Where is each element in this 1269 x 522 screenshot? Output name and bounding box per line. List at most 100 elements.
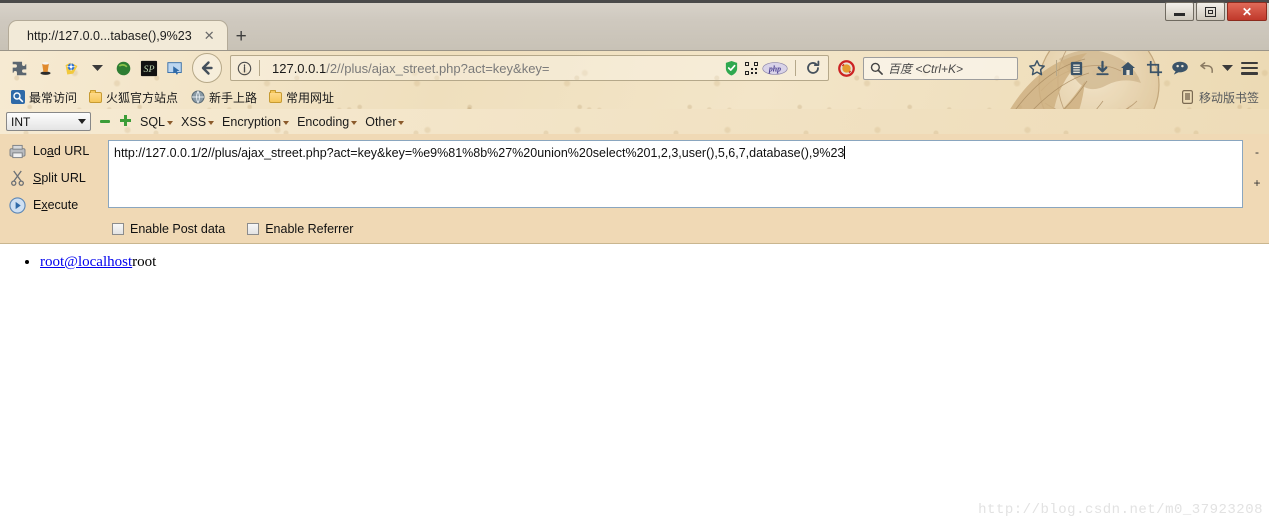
bookmark-item-getting-started[interactable]: 新手上路 [186, 88, 261, 107]
hackbar-url-area: http://127.0.0.1/2//plus/ajax_street.php… [108, 140, 1269, 208]
enable-post-data-checkbox[interactable]: Enable Post data [112, 222, 225, 236]
bookmark-label: 常用网址 [286, 90, 335, 105]
load-url-label: Load URL [33, 144, 90, 158]
hackbar-menu-encoding[interactable]: Encoding [297, 114, 358, 129]
screenshot-crop-icon[interactable] [1141, 55, 1167, 81]
hackbar-options: Enable Post data Enable Referrer [0, 214, 1269, 243]
enable-referrer-checkbox[interactable]: Enable Referrer [247, 222, 353, 236]
chevron-down-icon[interactable] [84, 55, 110, 81]
qrcode-icon[interactable] [741, 55, 761, 81]
hackbar-grow-button[interactable]: + [1253, 177, 1260, 189]
target-icon[interactable] [58, 55, 84, 81]
reload-icon[interactable] [802, 55, 824, 81]
mail-link[interactable]: root@localhost [40, 254, 132, 270]
mobile-bookmarks-item[interactable]: 移动版书签 [1181, 89, 1263, 106]
search-bar[interactable]: 百度 <Ctrl+K> [863, 56, 1018, 80]
address-bar[interactable]: 127.0.0.1/2//plus/ajax_street.php?act=ke… [230, 55, 829, 81]
toolbar-divider [1056, 60, 1057, 76]
hackbar-resize-controls: - + [1249, 146, 1265, 189]
chat-bubble-icon[interactable] [1167, 55, 1193, 81]
hamburger-menu-icon[interactable] [1235, 55, 1263, 81]
hackbar-menu-sql[interactable]: SQL [140, 114, 174, 129]
hackbar-type-select[interactable]: INT [6, 112, 91, 131]
enable-post-data-label: Enable Post data [130, 222, 226, 236]
bookmark-label: 火狐官方站点 [106, 90, 179, 105]
load-url-button[interactable]: Load URL [0, 142, 108, 160]
menu-bars [1240, 61, 1258, 75]
hackbar-menu-other[interactable]: Other [365, 114, 405, 129]
hackbar-shrink-button[interactable]: - [1255, 146, 1259, 158]
svg-text:SP: SP [144, 64, 155, 75]
watermark: http://blog.csdn.net/m0_37923208 [978, 502, 1263, 518]
chevron-down-icon [78, 119, 86, 124]
tab-strip: http://127.0.0...tabase(),9%23 ✕ + [8, 18, 247, 50]
cursor-screen-icon[interactable] [162, 55, 188, 81]
cup-icon[interactable] [32, 55, 58, 81]
navigation-toolbar: SP 127.0.0.1/2//plus/ajax_street.php?act… [0, 51, 1269, 85]
execute-label: Execute [33, 198, 79, 212]
hackbar-menu-label: XSS [181, 114, 207, 129]
close-button[interactable]: ✕ [1227, 2, 1267, 21]
url-host: 127.0.0.1 [272, 60, 327, 76]
restore-button[interactable] [1196, 2, 1225, 21]
bookmark-item-most-visited[interactable]: 最常访问 [6, 88, 81, 107]
hackbar-type-value: INT [11, 114, 31, 129]
folder-icon [89, 89, 103, 103]
tab-close-icon[interactable]: ✕ [202, 29, 217, 42]
hackbar-menu-label: Encoding [297, 114, 350, 129]
hackbar-url-value: http://127.0.0.1/2//plus/ajax_street.php… [114, 146, 845, 160]
undo-arrow-icon[interactable] [1193, 55, 1219, 81]
noscript-blocked-icon[interactable] [833, 55, 859, 81]
browser-tab[interactable]: http://127.0.0...tabase(),9%23 ✕ [8, 20, 228, 50]
hackbar-menu-xss[interactable]: XSS [181, 114, 215, 129]
hackbar-menu-encryption[interactable]: Encryption [222, 115, 290, 129]
green-circle-icon[interactable] [110, 55, 136, 81]
globe-icon [190, 90, 205, 105]
back-button[interactable] [192, 53, 222, 83]
minimize-button[interactable] [1165, 2, 1194, 21]
svg-text:php: php [768, 64, 781, 73]
home-icon[interactable] [1115, 55, 1141, 81]
execute-button[interactable]: Execute [0, 196, 108, 214]
new-tab-button[interactable]: + [236, 27, 247, 46]
puzzle-piece-icon[interactable] [6, 55, 32, 81]
browser-chrome: SP 127.0.0.1/2//plus/ajax_street.php?act… [0, 51, 1269, 109]
chevron-down-icon [167, 121, 174, 125]
php-icon[interactable]: php [761, 55, 789, 81]
sp-badge-icon[interactable]: SP [136, 55, 162, 81]
title-bar: ✕ http://127.0.0...tabase(),9%23 ✕ + [0, 0, 1269, 51]
hackbar-body: Load URL Split URL Execute http://127.0.… [0, 134, 1269, 214]
hackbar-url-textarea[interactable]: http://127.0.0.1/2//plus/ajax_street.php… [108, 140, 1243, 208]
info-circle-icon[interactable] [235, 59, 253, 77]
bookmark-item-firefox-site[interactable]: 火狐官方站点 [85, 88, 182, 107]
hackbar-panel: INT SQL XSS Encryption Encoding Other Lo… [0, 109, 1269, 244]
url-path: /2//plus/ajax_street.php?act=key&key= [326, 60, 550, 76]
hackbar-menu-label: Other [365, 114, 397, 129]
bookmark-label: 新手上路 [209, 90, 258, 105]
folder-icon [269, 89, 283, 103]
hackbar-increment-button[interactable] [119, 114, 132, 129]
overflow-chevron-icon[interactable] [1219, 55, 1235, 81]
bookmark-item-common-sites[interactable]: 常用网址 [265, 88, 338, 107]
url-divider [259, 60, 260, 76]
shield-icon[interactable] [721, 55, 741, 81]
checkbox-box[interactable] [112, 223, 124, 235]
hackbar-decrement-button[interactable] [99, 115, 111, 129]
star-bookmark-icon[interactable] [1024, 55, 1050, 81]
checkbox-box[interactable] [247, 223, 260, 235]
enable-referrer-label: Enable Referrer [265, 222, 354, 236]
list-item-trailing-text: root [132, 254, 157, 270]
search-input-placeholder: 百度 <Ctrl+K> [888, 61, 964, 76]
result-list: root@localhostroot [0, 252, 1269, 273]
hackbar-menu-label: SQL [140, 114, 166, 129]
close-icon: ✕ [1241, 4, 1253, 19]
mobile-bookmarks-label: 移动版书签 [1198, 90, 1259, 105]
split-url-scissors-icon [8, 169, 26, 187]
library-icon[interactable] [1063, 55, 1089, 81]
search-magnifier-icon [869, 61, 883, 75]
split-url-button[interactable]: Split URL [0, 169, 108, 187]
mobile-bookmarks-icon [1181, 90, 1195, 104]
window-controls: ✕ [1165, 2, 1267, 21]
chevron-down-icon [283, 121, 290, 125]
download-arrow-icon[interactable] [1089, 55, 1115, 81]
